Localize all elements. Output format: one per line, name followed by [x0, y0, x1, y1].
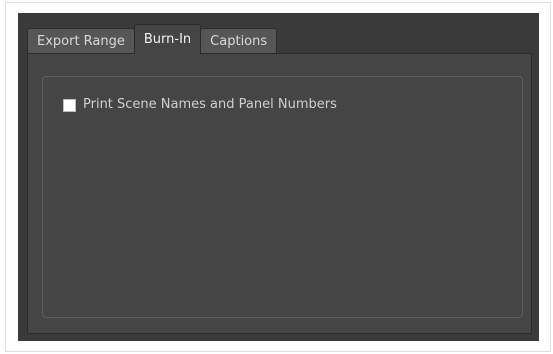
print-scene-names-checkbox[interactable] — [63, 98, 76, 112]
print-scene-names-option[interactable]: Print Scene Names and Panel Numbers — [63, 97, 337, 113]
tab-captions[interactable]: Captions — [200, 28, 278, 54]
print-scene-names-label: Print Scene Names and Panel Numbers — [83, 97, 337, 112]
tab-burn-in[interactable]: Burn-In — [133, 24, 202, 54]
burn-in-group-box: Print Scene Names and Panel Numbers — [42, 76, 523, 318]
tab-export-range[interactable]: Export Range — [27, 28, 135, 54]
tab-bar: Export Range Burn-In Captions — [27, 24, 278, 54]
burn-in-tab-panel: Print Scene Names and Panel Numbers — [27, 53, 532, 334]
